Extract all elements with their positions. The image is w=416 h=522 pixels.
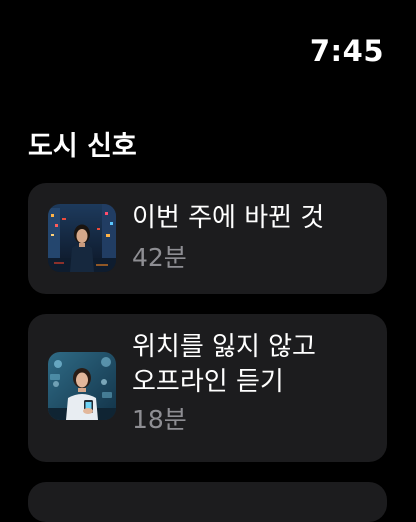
episode-title-line-1: 위치를 잃지 않고	[132, 332, 316, 362]
episode-thumbnail	[48, 352, 116, 420]
episode-card-partial[interactable]	[28, 482, 387, 522]
episode-duration: 42분	[132, 243, 187, 272]
episode-title-line-2: 오프라인 듣기	[132, 367, 284, 397]
episode-card[interactable]: 위치를 잃지 않고 오프라인 듣기 18분	[28, 314, 387, 462]
episode-title: 이번 주에 바뀐 것	[132, 203, 325, 233]
person-with-phone-image	[48, 352, 116, 420]
section-title: 도시 신호	[28, 131, 137, 162]
episode-duration: 18분	[132, 405, 187, 434]
city-night-person-image	[48, 204, 116, 272]
episode-card[interactable]: 이번 주에 바뀐 것 42분	[28, 183, 387, 294]
episode-thumbnail	[48, 204, 116, 272]
status-time: 7:45	[309, 34, 384, 68]
